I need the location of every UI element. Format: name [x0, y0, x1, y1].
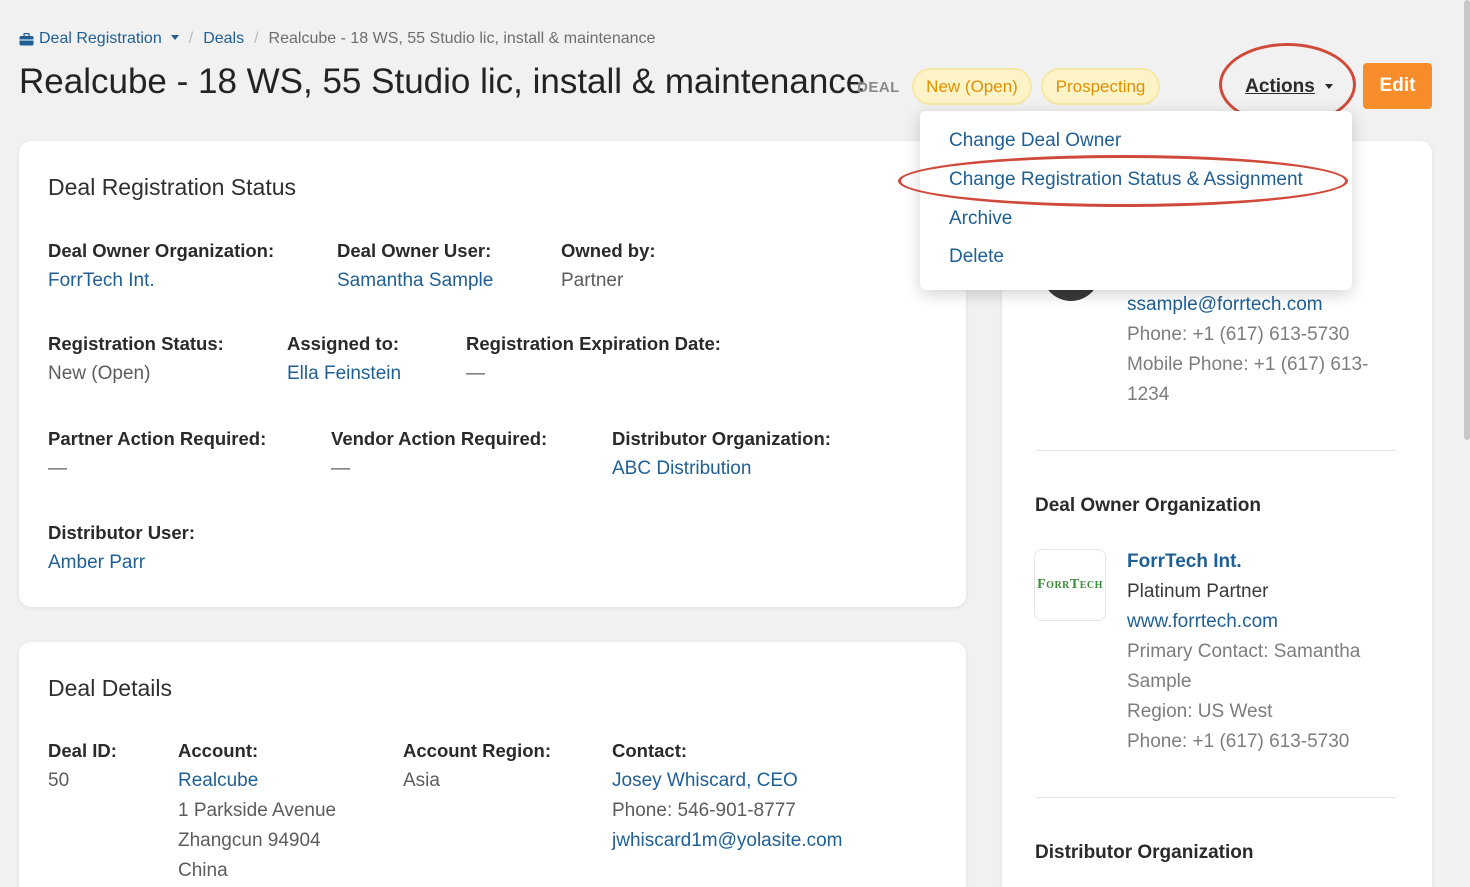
breadcrumb-deals-link[interactable]: Deals [203, 30, 244, 48]
deal-registration-status-card: Deal Registration Status Deal Owner Orga… [19, 141, 966, 607]
field-distributor-organization: Distributor Organization: ABC Distributi… [612, 424, 831, 484]
breadcrumb-current: Realcube - 18 WS, 55 Studio lic, install… [268, 30, 656, 47]
account-address-line: 1 Parkside Avenue [178, 800, 337, 821]
field-label: Distributor User: [48, 522, 195, 543]
field-value: — [466, 363, 485, 384]
contact-phone: Phone: 546-901-8777 [612, 800, 796, 821]
contact-link[interactable]: Josey Whiscard, CEO [612, 766, 842, 796]
field-deal-owner-user: Deal Owner User: Samantha Sample [337, 236, 493, 296]
chevron-down-icon [170, 34, 179, 40]
stage-badge: Prospecting [1041, 68, 1160, 105]
field-vendor-action-required: Vendor Action Required: — [331, 424, 547, 484]
card-title: Deal Details [48, 675, 172, 701]
actions-dropdown-menu: Change Deal Owner Change Registration St… [920, 111, 1352, 290]
org-name-link[interactable]: ForrTech Int. [1127, 547, 1360, 577]
contact-email-link[interactable]: jwhiscard1m@yolasite.com [612, 826, 842, 856]
field-value: New (Open) [48, 363, 151, 384]
field-label: Registration Expiration Date: [466, 333, 721, 354]
account-country: China [178, 860, 228, 881]
org-info-block: ForrTech Int. Platinum Partner www.forrt… [1127, 547, 1360, 757]
chevron-down-icon [1324, 83, 1333, 89]
record-type-tag: DEAL [857, 79, 900, 96]
breadcrumb-root-label: Deal Registration [39, 30, 162, 47]
field-deal-id: Deal ID: 50 [48, 736, 117, 796]
page-title: Realcube - 18 WS, 55 Studio lic, install… [19, 62, 866, 101]
field-contact: Contact: Josey Whiscard, CEO Phone: 546-… [612, 736, 842, 856]
status-badge: New (Open) [912, 68, 1032, 105]
owner-contact-block: ssample@forrtech.com Phone: +1 (617) 613… [1127, 290, 1368, 410]
org-logo-text: ForrTech [1037, 577, 1103, 592]
field-assigned-to: Assigned to: Ella Feinstein [287, 329, 401, 389]
org-phone: Phone: +1 (617) 613-5730 [1127, 731, 1350, 752]
menu-item-delete[interactable]: Delete [949, 246, 1004, 268]
account-link[interactable]: Realcube [178, 766, 336, 796]
field-label: Distributor Organization: [612, 428, 831, 449]
field-value: Partner [561, 270, 624, 291]
owner-email-link[interactable]: ssample@forrtech.com [1127, 290, 1368, 320]
distributor-user-link[interactable]: Amber Parr [48, 548, 195, 578]
deal-details-card: Deal Details Deal ID: 50 Account: Realcu… [19, 642, 966, 887]
field-registration-status: Registration Status: New (Open) [48, 329, 224, 389]
divider [1035, 797, 1397, 798]
field-value: — [48, 458, 67, 479]
field-value: 50 [48, 770, 70, 791]
assigned-to-link[interactable]: Ella Feinstein [287, 359, 401, 389]
org-tier: Platinum Partner [1127, 581, 1269, 602]
field-label: Owned by: [561, 240, 656, 261]
menu-item-change-deal-owner[interactable]: Change Deal Owner [949, 130, 1121, 152]
actions-button[interactable]: Actions [1234, 68, 1344, 106]
divider [1035, 450, 1397, 451]
field-label: Registration Status: [48, 333, 224, 354]
field-registration-expiration-date: Registration Expiration Date: — [466, 329, 721, 389]
field-label: Contact: [612, 740, 688, 761]
field-account-region: Account Region: Asia [403, 736, 551, 796]
field-owned-by: Owned by: Partner [561, 236, 656, 296]
breadcrumb-separator: / [188, 30, 194, 47]
field-label: Vendor Action Required: [331, 428, 548, 449]
field-value: — [331, 458, 350, 479]
distributor-organization-heading: Distributor Organization [1035, 842, 1254, 863]
field-value: Asia [403, 770, 440, 791]
breadcrumb-separator: / [254, 30, 259, 47]
owner-mobile: Mobile Phone: +1 (617) 613- [1127, 354, 1369, 375]
field-label: Account: [178, 740, 259, 761]
edit-button[interactable]: Edit [1363, 63, 1432, 109]
field-distributor-user: Distributor User: Amber Parr [48, 518, 195, 578]
account-address-line: Zhangcun 94904 [178, 830, 321, 851]
field-label: Deal Owner Organization: [48, 240, 275, 261]
menu-item-change-registration-status[interactable]: Change Registration Status & Assignment [949, 169, 1303, 191]
deal-owner-organization-heading: Deal Owner Organization [1035, 495, 1261, 516]
field-label: Account Region: [403, 740, 551, 761]
org-region: Region: US West [1127, 701, 1273, 722]
field-deal-owner-organization: Deal Owner Organization: ForrTech Int. [48, 236, 274, 296]
field-label: Deal Owner User: [337, 240, 492, 261]
breadcrumb: Deal Registration / Deals / Realcube - 1… [19, 30, 655, 48]
field-label: Partner Action Required: [48, 428, 267, 449]
breadcrumb-root[interactable]: Deal Registration [19, 30, 179, 48]
field-partner-action-required: Partner Action Required: — [48, 424, 266, 484]
field-account: Account: Realcube 1 Parkside Avenue Zhan… [178, 736, 336, 886]
org-primary-contact: Primary Contact: Samantha [1127, 641, 1361, 662]
field-label: Assigned to: [287, 333, 400, 354]
actions-button-label: Actions [1245, 76, 1315, 97]
briefcase-icon [19, 32, 34, 45]
owner-phone: Phone: +1 (617) 613-5730 [1127, 324, 1350, 345]
owner-mobile-cont: 1234 [1127, 384, 1170, 405]
card-title: Deal Registration Status [48, 174, 297, 200]
scrollbar[interactable] [1464, 0, 1470, 440]
deal-owner-organization-link[interactable]: ForrTech Int. [48, 266, 274, 296]
deal-owner-user-link[interactable]: Samantha Sample [337, 266, 493, 296]
menu-item-archive[interactable]: Archive [949, 208, 1012, 230]
org-primary-contact-cont: Sample [1127, 671, 1192, 692]
org-website-link[interactable]: www.forrtech.com [1127, 607, 1360, 637]
org-logo: ForrTech [1034, 549, 1106, 621]
field-label: Deal ID: [48, 740, 117, 761]
distributor-organization-link[interactable]: ABC Distribution [612, 454, 831, 484]
